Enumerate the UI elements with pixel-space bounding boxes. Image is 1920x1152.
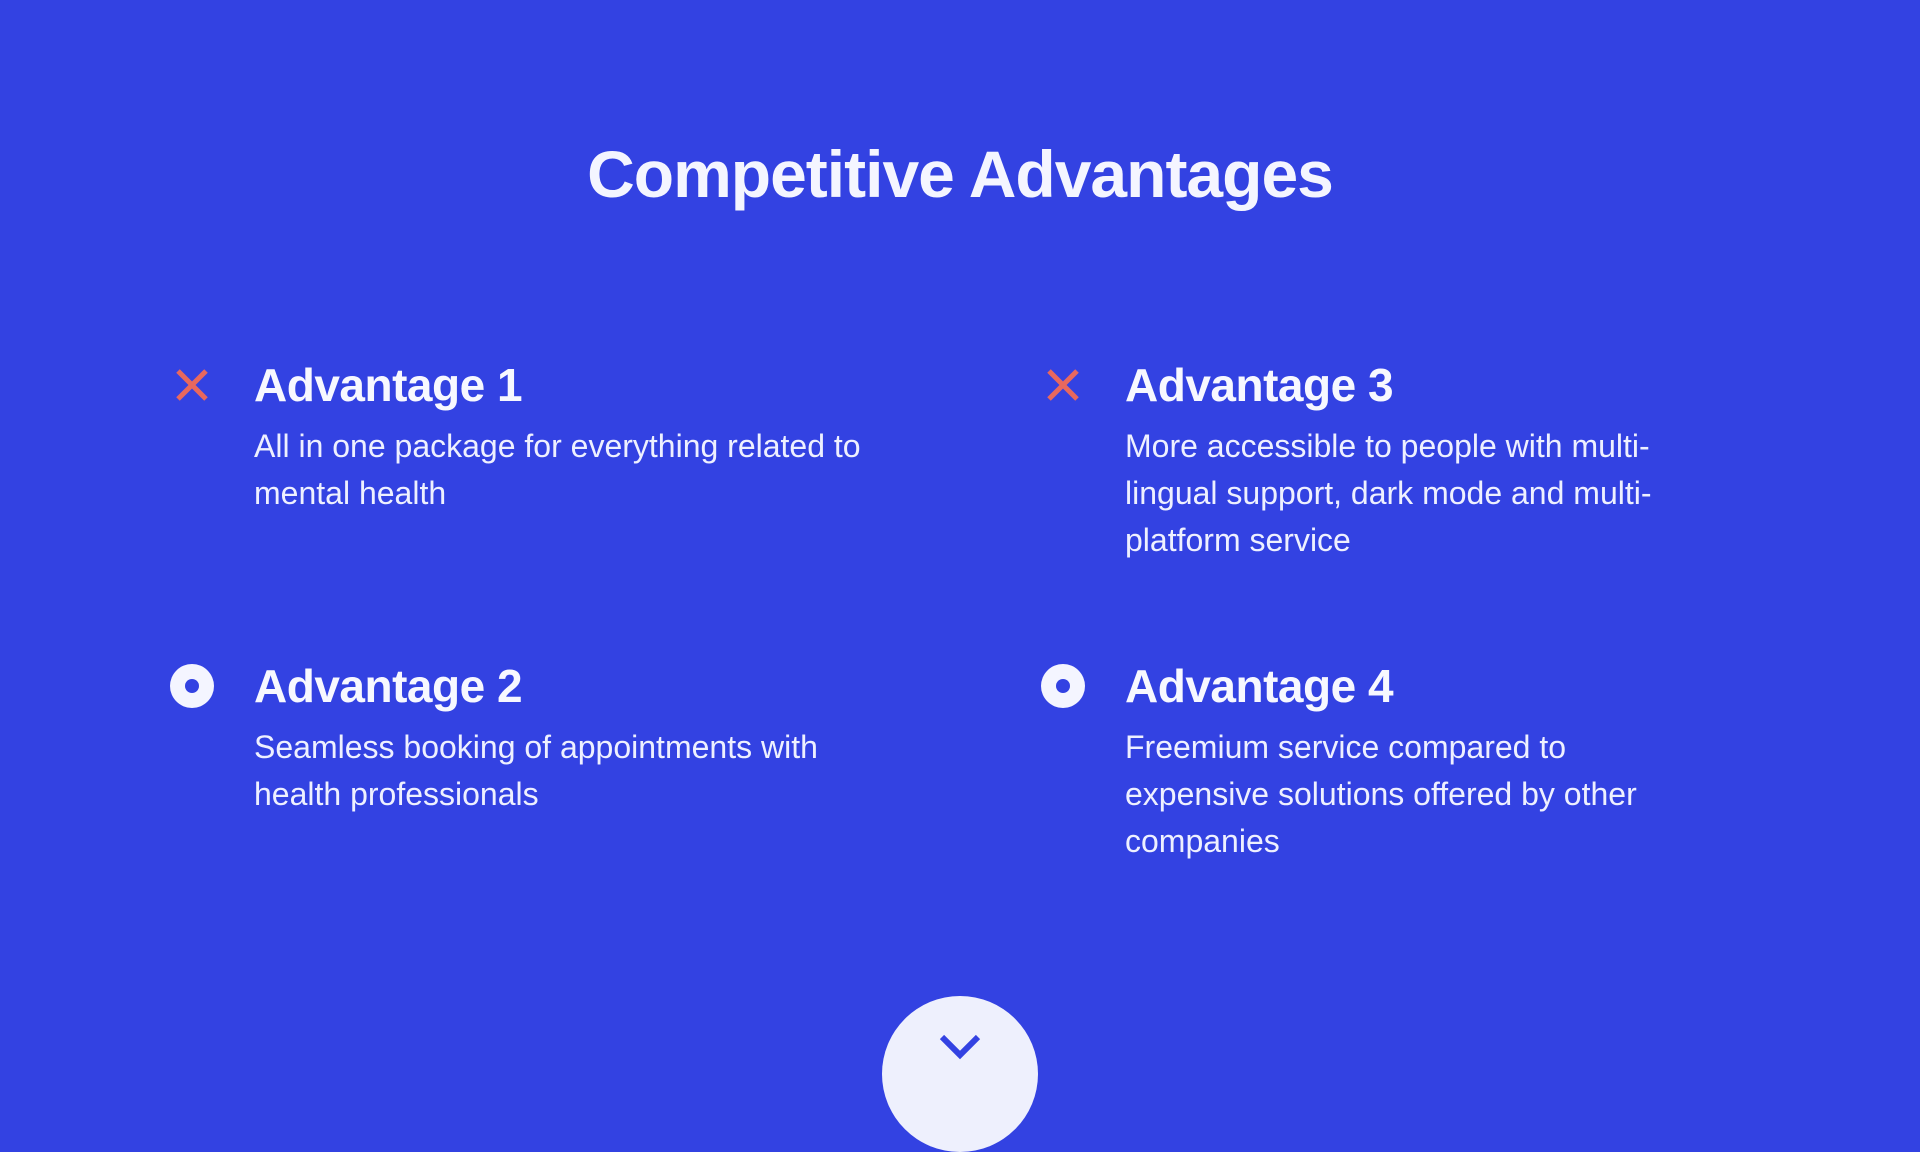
slide: Competitive Advantages Advantage 1 All i… bbox=[0, 0, 1920, 1152]
advantage-item-3: Advantage 3 More accessible to people wi… bbox=[1047, 355, 1805, 564]
ring-icon bbox=[1039, 662, 1087, 710]
advantage-description: More accessible to people with multi-lin… bbox=[1125, 428, 1652, 558]
page-title: Competitive Advantages bbox=[587, 137, 1334, 211]
chevron-down-icon bbox=[939, 1034, 981, 1060]
x-icon bbox=[1039, 361, 1087, 409]
advantage-item-4: Advantage 4 Freemium service compared to… bbox=[1041, 656, 1805, 865]
scroll-down-button[interactable] bbox=[882, 996, 1038, 1152]
x-icon bbox=[168, 361, 216, 409]
advantage-heading: Advantage 2 bbox=[254, 660, 523, 712]
advantage-heading: Advantage 3 bbox=[1125, 359, 1394, 411]
ring-icon bbox=[168, 662, 216, 710]
advantage-heading: Advantage 1 bbox=[254, 359, 523, 411]
advantage-description: All in one package for everything relate… bbox=[254, 428, 861, 511]
advantage-item-2: Advantage 2 Seamless booking of appointm… bbox=[170, 656, 934, 818]
advantage-item-1: Advantage 1 All in one package for every… bbox=[176, 355, 934, 517]
advantage-heading: Advantage 4 bbox=[1125, 660, 1394, 712]
advantage-description: Seamless booking of appointments with he… bbox=[254, 729, 818, 812]
advantage-description: Freemium service compared to expensive s… bbox=[1125, 729, 1637, 859]
